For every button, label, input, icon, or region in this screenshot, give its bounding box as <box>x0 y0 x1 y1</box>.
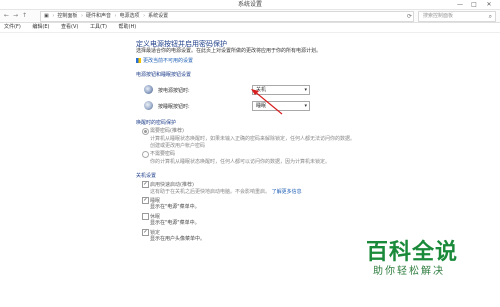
create-password-link[interactable]: 创建或更改用户帐户密码 <box>150 142 205 149</box>
breadcrumb-item[interactable]: 电源选项 <box>120 13 140 19</box>
section-shutdown-title: 关机设置 <box>136 173 157 179</box>
radio-require-password-label: 需要密码(推荐) <box>150 128 184 134</box>
power-button-value: 关机 <box>256 87 267 93</box>
hibernate-desc: 显示在"电源"菜单中。 <box>150 220 200 226</box>
up-icon[interactable]: ↑ <box>22 12 27 20</box>
menu-edit[interactable]: 编辑(E) <box>32 24 49 30</box>
checkbox-box: ✓ <box>142 197 149 204</box>
menu-view[interactable]: 查看(V) <box>61 24 78 30</box>
watermark-subtitle: 助你轻松解决 <box>373 266 445 277</box>
menu-help[interactable]: 帮助(H) <box>119 24 137 30</box>
radio-require-password-desc: 计算机从睡眠状态唤醒时，如果未输入正确的密码来解除锁定，任何人都无法访问你的数据… <box>150 136 356 142</box>
section-power-buttons: 电源按钮和睡眠按钮设置 <box>136 71 191 78</box>
forward-icon[interactable]: → <box>13 12 18 20</box>
power-button-icon <box>144 85 153 94</box>
address-field[interactable]: ▣ › 控制面板 › 硬件和声音 › 电源选项 › 系统设置 ⟳ <box>40 11 414 22</box>
fast-startup-label: 启用快速启动(推荐) <box>150 182 194 188</box>
shield-icon <box>136 58 141 63</box>
maximize-button[interactable]: □ <box>469 1 479 8</box>
title-bar: 系统设置 — □ ✕ <box>0 0 500 10</box>
section-wake-title: 唤醒时的密码保护 <box>136 120 177 126</box>
refresh-icon[interactable]: ⟳ <box>407 12 412 21</box>
sleep-button-label: 按睡眠按钮时: <box>158 104 190 110</box>
window-title: 系统设置 <box>237 1 262 8</box>
checkbox-box: ✓ <box>142 229 149 236</box>
section-shutdown: 关机设置 <box>136 172 156 179</box>
change-settings-link-text[interactable]: 更改当前不可用的设置 <box>143 58 193 64</box>
sleep-button-icon <box>144 101 153 110</box>
minimize-button[interactable]: — <box>455 1 465 8</box>
power-button-label: 按电源按钮时: <box>158 88 190 94</box>
radio-indicator <box>142 151 149 158</box>
change-settings-link[interactable]: 更改当前不可用的设置 <box>136 57 193 64</box>
fast-startup-desc: 这有助于在关机之后更快地启动电脑。不会影响重启。 了解更多信息 <box>150 189 302 195</box>
section-power-title: 电源按钮和睡眠按钮设置 <box>136 72 192 78</box>
breadcrumb-item[interactable]: 系统设置 <box>148 13 168 19</box>
sleep-button-select[interactable]: 睡眠 ▾ <box>252 101 310 111</box>
section-wake-password: 唤醒时的密码保护 <box>136 119 176 126</box>
control-panel-icon: ▣ <box>44 13 49 19</box>
back-icon[interactable]: ← <box>4 12 9 20</box>
search-input[interactable]: 搜索控制面板 ⌕ <box>418 11 496 22</box>
close-button[interactable]: ✕ <box>484 1 494 8</box>
address-bar: ← → ↑ ▣ › 控制面板 › 硬件和声音 › 电源选项 › 系统设置 ⟳ 搜索控制面… <box>0 10 500 23</box>
radio-no-password-desc: 你的计算机从睡眠状态唤醒时，任何人都可以访问你的数据，因为计算机未锁定。 <box>150 159 331 165</box>
menu-tools[interactable]: 工具(T) <box>90 24 107 30</box>
sleep-button-value: 睡眠 <box>256 103 267 109</box>
breadcrumb-item[interactable]: 控制面板 <box>57 13 77 19</box>
radio-indicator <box>142 128 149 135</box>
radio-no-password-label: 不需要密码 <box>150 151 176 157</box>
chevron-down-icon: ▾ <box>304 103 307 109</box>
sleep-desc: 显示在"电源"菜单中。 <box>150 204 200 210</box>
search-placeholder: 搜索控制面板 <box>423 13 454 19</box>
checkbox-box: ✓ <box>142 181 149 188</box>
lock-desc: 显示在用户头像菜单中。 <box>150 236 206 242</box>
chevron-down-icon: ▾ <box>304 87 307 93</box>
power-button-select[interactable]: 关机 ▾ <box>252 85 310 95</box>
learn-more-link[interactable]: 了解更多信息 <box>272 189 302 195</box>
checkbox-box <box>142 213 149 220</box>
menu-bar: 文件(F) 编辑(E) 查看(V) 工具(T) 帮助(H) <box>0 23 500 33</box>
breadcrumb-item[interactable]: 硬件和声音 <box>86 13 111 19</box>
search-icon[interactable]: ⌕ <box>489 12 492 21</box>
menu-file[interactable]: 文件(F) <box>4 24 21 30</box>
page-description: 选择最适合你的电源设置。在此页上对设置所做的更改将应用于你的所有电源计划。 <box>136 48 322 54</box>
